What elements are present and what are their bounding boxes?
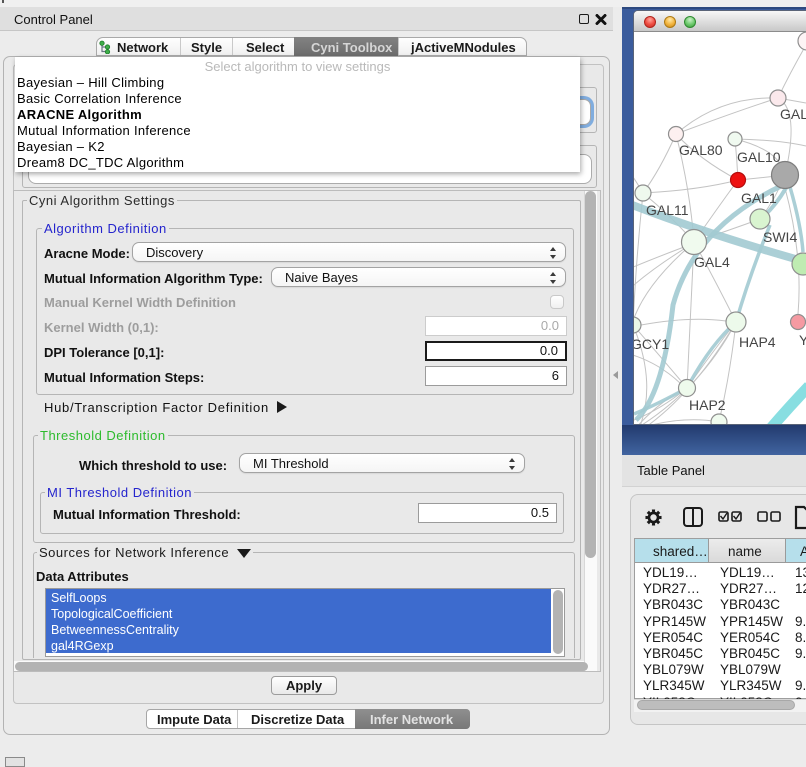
svg-text:HAP2: HAP2 xyxy=(689,397,726,413)
svg-text:GAL10: GAL10 xyxy=(737,149,781,165)
svg-text:SWI4: SWI4 xyxy=(763,229,797,245)
svg-text:GCY1: GCY1 xyxy=(634,336,669,352)
svg-text:HAP4: HAP4 xyxy=(739,334,776,350)
svg-text:GAL7: GAL7 xyxy=(780,106,806,122)
svg-text:GAL4: GAL4 xyxy=(694,254,730,270)
svg-text:GAL11: GAL11 xyxy=(646,202,689,218)
svg-text:Y: Y xyxy=(799,332,806,348)
svg-text:GAL80: GAL80 xyxy=(679,142,723,158)
svg-text:GAL1: GAL1 xyxy=(741,190,777,206)
